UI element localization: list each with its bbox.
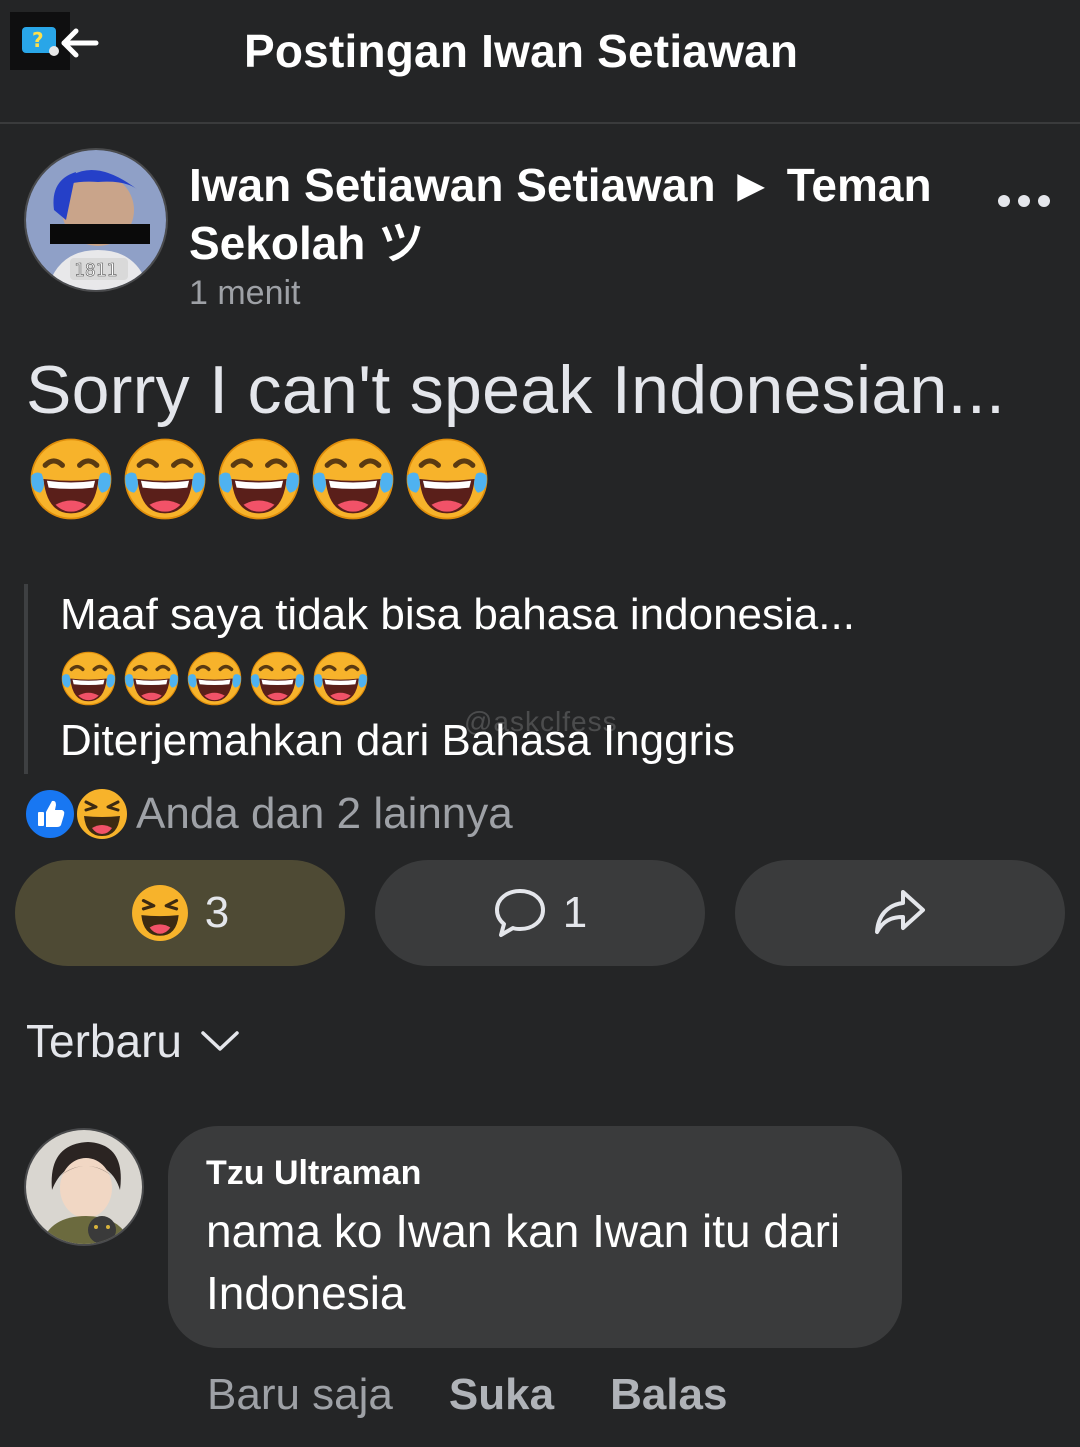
dot-icon xyxy=(998,195,1010,207)
translation-note[interactable]: Diterjemahkan dari Bahasa Inggris xyxy=(60,716,735,766)
tears-of-joy-emoji-icon xyxy=(313,651,368,706)
dot-icon xyxy=(1038,195,1050,207)
share-arrow-icon xyxy=(875,890,925,934)
post-text: Sorry I can't speak Indonesian... xyxy=(26,352,1006,428)
page-title: Postingan Iwan Setiawan xyxy=(244,25,799,77)
post-author[interactable]: Iwan Setiawan Setiawan ► Teman Sekolah ツ xyxy=(189,156,969,272)
watermark: @askclfess xyxy=(464,706,618,737)
tears-of-joy-emoji-icon xyxy=(250,651,305,706)
comment-reply-button[interactable]: Balas xyxy=(610,1370,727,1420)
top-bar: ? Postingan Iwan Setiawan xyxy=(0,0,1080,124)
comment-text: nama ko Iwan kan Iwan itu dari Indonesia xyxy=(206,1205,841,1319)
comment-count: 1 xyxy=(562,888,588,937)
comment-like-button[interactable]: Suka xyxy=(449,1370,554,1420)
haha-reaction-icon xyxy=(131,885,188,941)
haha-reaction-icon xyxy=(75,787,129,841)
share-button[interactable] xyxy=(735,860,1065,966)
commenter-avatar[interactable] xyxy=(24,1128,144,1246)
post-emoji-row xyxy=(28,436,490,522)
comment-bubble[interactable]: Tzu Ultraman nama ko Iwan kan Iwan itu d… xyxy=(168,1126,902,1348)
more-options-button[interactable] xyxy=(992,186,1056,216)
tears-of-joy-emoji-icon xyxy=(406,438,488,520)
tears-of-joy-emoji-icon xyxy=(312,438,394,520)
tears-of-joy-emoji-icon xyxy=(61,651,116,706)
comments-sort-dropdown[interactable]: Terbaru xyxy=(26,1014,240,1068)
comment-meta: Baru saja Suka Balas xyxy=(207,1370,727,1420)
like-reaction-icon xyxy=(24,788,76,840)
avatar-tag: 1811 xyxy=(74,260,117,281)
translation-emoji-row xyxy=(60,650,369,707)
tears-of-joy-emoji-icon xyxy=(187,651,242,706)
sort-label: Terbaru xyxy=(26,1015,182,1067)
author-avatar[interactable]: 1811 xyxy=(24,148,168,292)
tears-of-joy-emoji-icon xyxy=(124,438,206,520)
tears-of-joy-emoji-icon xyxy=(124,651,179,706)
reactions-summary[interactable]: Anda dan 2 lainnya xyxy=(24,786,513,842)
tears-of-joy-emoji-icon xyxy=(30,438,112,520)
react-button[interactable]: 3 xyxy=(15,860,345,966)
translation-block: Maaf saya tidak bisa bahasa indonesia...… xyxy=(24,584,964,774)
react-count: 3 xyxy=(204,888,230,937)
translation-text: Maaf saya tidak bisa bahasa indonesia... xyxy=(60,590,855,639)
comment-button[interactable]: 1 xyxy=(375,860,705,966)
comment-time: Baru saja xyxy=(207,1370,393,1419)
dot-icon xyxy=(1018,195,1030,207)
arrow-left-icon xyxy=(61,28,99,58)
back-button[interactable]: ? xyxy=(10,12,100,72)
tears-of-joy-emoji-icon xyxy=(218,438,300,520)
svg-text:?: ? xyxy=(32,28,44,52)
commenter-name[interactable]: Tzu Ultraman xyxy=(206,1154,421,1193)
post-time: 1 menit xyxy=(189,274,301,312)
comment-bubble-icon xyxy=(494,889,545,937)
reactions-summary-text: Anda dan 2 lainnya xyxy=(136,789,513,838)
chevron-down-icon xyxy=(201,1031,239,1051)
